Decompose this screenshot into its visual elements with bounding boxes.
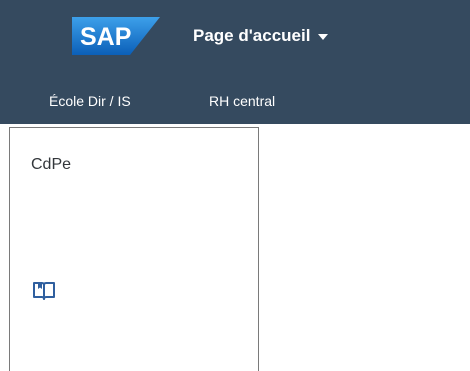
tab-ecole-dir-is[interactable]: École Dir / IS: [49, 93, 131, 109]
tab-rh-central[interactable]: RH central: [209, 93, 275, 109]
home-title-dropdown[interactable]: Page d'accueil: [193, 26, 329, 46]
tile-cdpe[interactable]: CdPe: [9, 127, 259, 371]
sap-logo: SAP: [72, 17, 160, 55]
tile-title: CdPe: [31, 156, 72, 173]
chevron-down-icon: [318, 34, 329, 40]
page-title: Page d'accueil: [193, 26, 311, 45]
app: SAP Page d'accueil École Dir / IS RH cen…: [0, 0, 470, 371]
shell-bar: SAP Page d'accueil: [0, 0, 470, 76]
tab-bar: École Dir / IS RH central: [0, 76, 470, 124]
sap-logo-text: SAP: [80, 23, 131, 51]
book-icon: [33, 282, 55, 300]
